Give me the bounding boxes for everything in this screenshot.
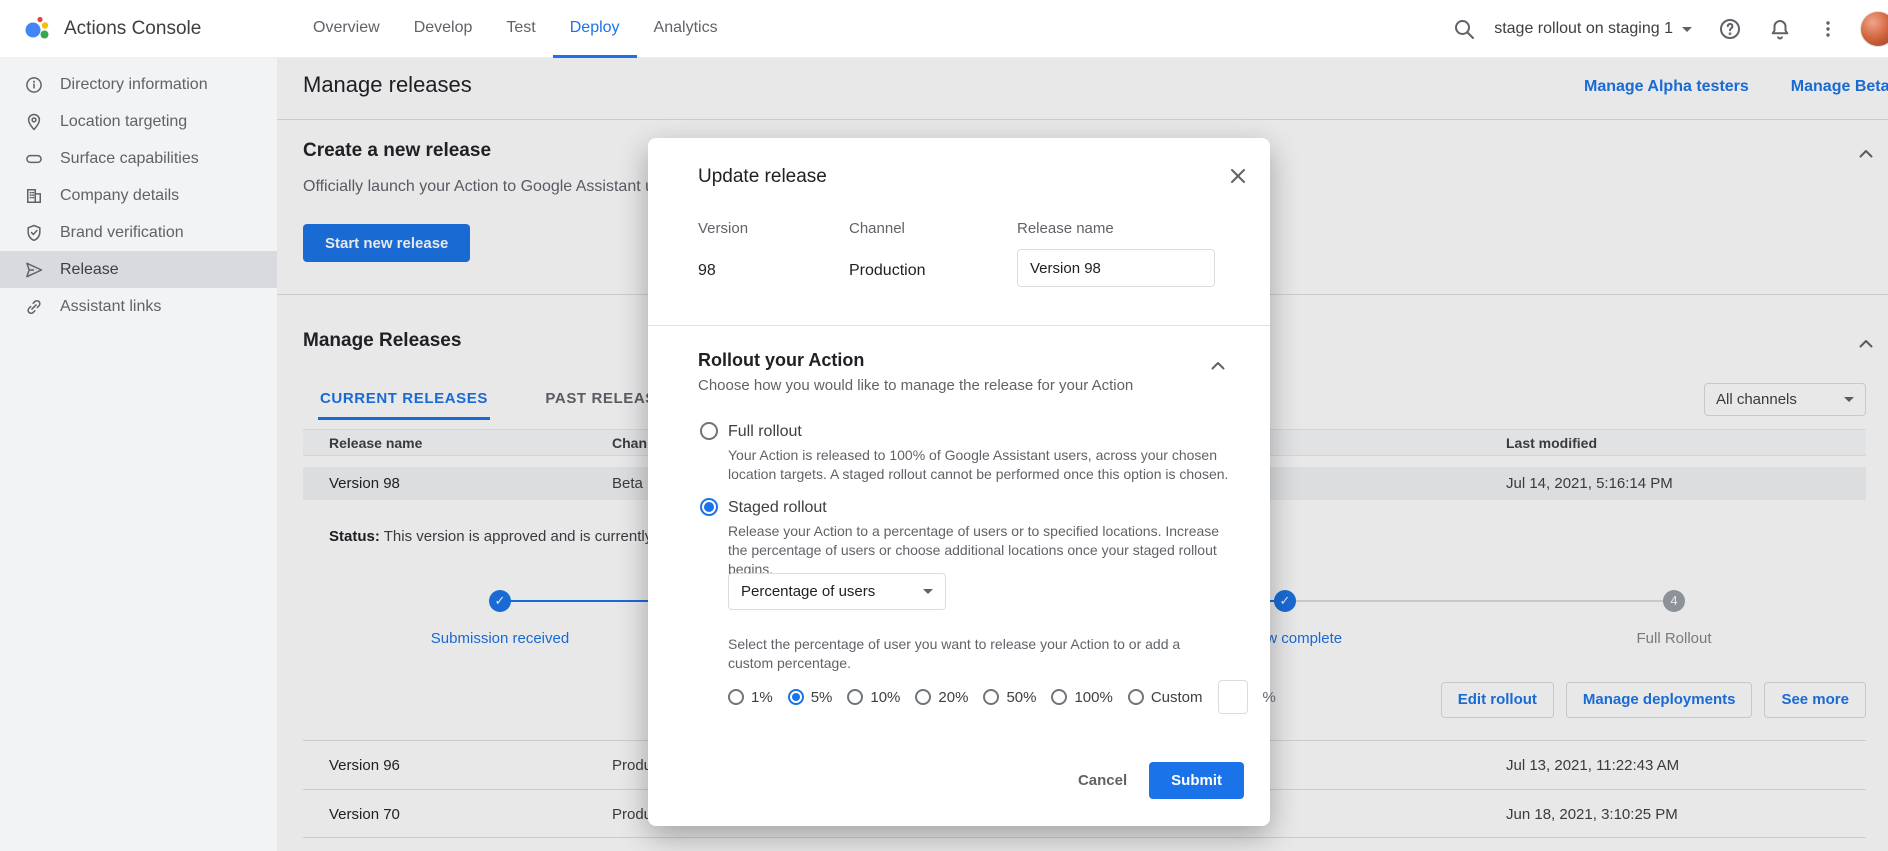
sidebar-item-label: Directory information [60,76,208,94]
building-icon [24,186,44,206]
sidebar-item-label: Brand verification [60,224,184,242]
sidebar-item-directory-information[interactable]: Directory information [0,66,277,103]
rollout-section-title: Rollout your Action [698,350,864,371]
info-icon [24,75,44,95]
channel-label: Channel [849,220,905,237]
release-name-input[interactable] [1017,249,1215,287]
percent-label: 100% [1074,689,1112,706]
sidebar-item-company-details[interactable]: Company details [0,177,277,214]
percent-option-1[interactable]: 1% [728,689,773,706]
sidebar-item-brand-verification[interactable]: Brand verification [0,214,277,251]
link-icon [24,297,44,317]
percent-20-radio[interactable] [915,689,931,705]
percentage-options: 1% 5% 10% 20% 50% 100% Custom % [728,680,1276,714]
rollout-method-value: Percentage of users [741,583,875,600]
project-selector-label: stage rollout on staging 1 [1494,20,1673,38]
chevron-down-icon [923,589,933,594]
nav-develop[interactable]: Develop [397,0,490,58]
release-icon [24,260,44,280]
submit-button[interactable]: Submit [1149,762,1244,799]
help-icon[interactable] [1718,17,1742,41]
percent-100-radio[interactable] [1051,689,1067,705]
topbar-actions: stage rollout on staging 1 [1452,0,1888,58]
percent-1-radio[interactable] [728,689,744,705]
percent-label: 5% [811,689,833,706]
dialog-footer: Cancel Submit [1078,762,1244,799]
update-release-dialog: Update release Version Channel Release n… [648,138,1270,826]
full-rollout-description: Your Action is released to 100% of Googl… [728,446,1233,484]
sidebar: Directory information Location targeting… [0,58,277,851]
sidebar-item-location-targeting[interactable]: Location targeting [0,103,277,140]
sidebar-item-label: Company details [60,187,179,205]
percent-10-radio[interactable] [847,689,863,705]
nav-test[interactable]: Test [489,0,552,58]
cancel-button[interactable]: Cancel [1078,772,1127,789]
percent-5-radio[interactable] [788,689,804,705]
full-rollout-label[interactable]: Full rollout [728,423,802,441]
percent-label: Custom [1151,689,1203,706]
staged-rollout-label[interactable]: Staged rollout [728,499,827,517]
close-icon[interactable] [1226,164,1250,188]
search-icon[interactable] [1452,17,1476,41]
top-navigation: Overview Develop Test Deploy Analytics [296,0,735,58]
chevron-up-icon[interactable] [1206,354,1230,378]
staged-rollout-radio[interactable] [700,498,718,516]
dialog-divider [648,325,1270,326]
percent-option-custom[interactable]: Custom [1128,689,1203,706]
nav-overview[interactable]: Overview [296,0,397,58]
percent-option-10[interactable]: 10% [847,689,900,706]
location-pin-icon [24,112,44,132]
version-value: 98 [698,262,716,280]
percentage-hint: Select the percentage of user you want t… [728,635,1228,673]
sidebar-item-release[interactable]: Release [0,251,277,288]
percent-label: 20% [938,689,968,706]
nav-deploy[interactable]: Deploy [553,0,637,58]
capsule-icon [24,149,44,169]
home-link[interactable]: Actions Console [22,14,201,44]
shield-check-icon [24,223,44,243]
percent-50-radio[interactable] [983,689,999,705]
full-rollout-radio[interactable] [700,422,718,440]
percent-label: 10% [870,689,900,706]
percent-option-50[interactable]: 50% [983,689,1036,706]
staged-rollout-description: Release your Action to a percentage of u… [728,522,1233,579]
percent-custom-radio[interactable] [1128,689,1144,705]
sidebar-item-label: Surface capabilities [60,150,199,168]
percent-option-5[interactable]: 5% [788,689,833,706]
sidebar-item-surface-capabilities[interactable]: Surface capabilities [0,140,277,177]
app-title: Actions Console [64,18,201,40]
notifications-icon[interactable] [1768,17,1792,41]
sidebar-item-label: Assistant links [60,298,161,316]
channel-value: Production [849,262,926,280]
percent-suffix: % [1263,689,1276,706]
percent-label: 50% [1006,689,1036,706]
project-selector[interactable]: stage rollout on staging 1 [1494,20,1692,38]
release-name-label: Release name [1017,220,1114,237]
dialog-title: Update release [698,166,827,188]
avatar[interactable] [1860,11,1888,47]
percent-label: 1% [751,689,773,706]
rollout-section-subtitle: Choose how you would like to manage the … [698,377,1133,394]
percent-option-100[interactable]: 100% [1051,689,1112,706]
sidebar-item-label: Release [60,261,119,279]
chevron-down-icon [1682,27,1692,32]
nav-analytics[interactable]: Analytics [637,0,735,58]
version-label: Version [698,220,748,237]
percent-option-20[interactable]: 20% [915,689,968,706]
custom-percentage-input[interactable] [1218,680,1248,714]
sidebar-item-assistant-links[interactable]: Assistant links [0,288,277,325]
sidebar-item-label: Location targeting [60,113,187,131]
rollout-method-select[interactable]: Percentage of users [728,573,946,610]
actions-console-logo-icon [22,14,52,44]
topbar: Actions Console Overview Develop Test De… [0,0,1888,58]
more-options-icon[interactable] [1816,17,1840,41]
